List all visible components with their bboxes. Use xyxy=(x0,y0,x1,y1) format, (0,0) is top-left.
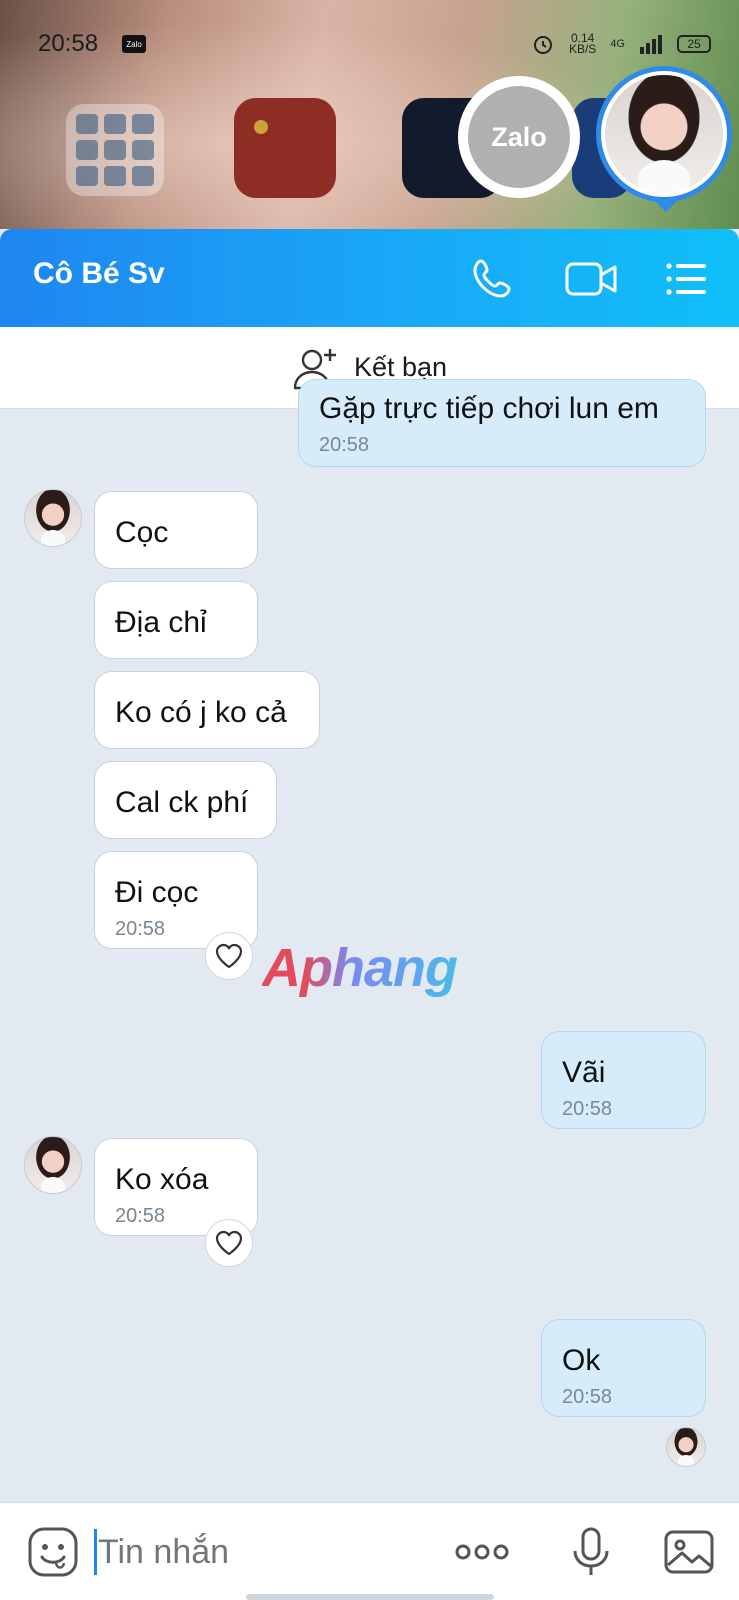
seen-avatar xyxy=(666,1427,706,1467)
phone-call-button[interactable] xyxy=(466,253,518,305)
menu-icon xyxy=(666,263,706,295)
message-time: 20:58 xyxy=(115,1205,166,1227)
message-time: 20:58 xyxy=(562,1098,613,1120)
signal-icon xyxy=(640,35,662,54)
chat-menu-button[interactable] xyxy=(664,253,708,305)
alarm-icon xyxy=(533,36,552,54)
chat-head-pointer xyxy=(654,200,678,212)
image-icon xyxy=(664,1530,714,1574)
contact-name[interactable]: Cô Bé Sv xyxy=(33,257,165,291)
react-button[interactable] xyxy=(205,932,253,980)
voice-message-button[interactable] xyxy=(564,1525,618,1579)
message-text: Cal ck phí xyxy=(115,786,249,819)
message-text: Ko có j ko cả xyxy=(115,696,287,729)
status-indicators: 0.14 KB/S 4G 25 xyxy=(531,32,711,56)
outgoing-message[interactable]: Vãi 20:58 xyxy=(541,1031,706,1129)
incoming-message[interactable]: Địa chỉ xyxy=(94,581,258,659)
more-options-button[interactable] xyxy=(454,1525,510,1579)
message-input-bar xyxy=(0,1502,739,1600)
react-button[interactable] xyxy=(205,1219,253,1267)
message-text: Đi cọc xyxy=(115,876,199,909)
app-icon[interactable] xyxy=(234,98,336,198)
home-indicator[interactable] xyxy=(246,1594,494,1600)
zalo-notification-icon: Zalo xyxy=(122,35,146,53)
message-input[interactable] xyxy=(98,1525,428,1579)
message-list[interactable]: Gặp trực tiếp chơi lun em 20:58 Cọc Địa … xyxy=(0,379,739,1489)
text-cursor xyxy=(94,1529,97,1575)
watermark-text: Aphang xyxy=(262,938,458,998)
chat-header: Cô Bé Sv xyxy=(0,229,739,327)
chat-head-avatar[interactable] xyxy=(596,66,732,202)
heart-icon xyxy=(215,943,243,969)
app-folder[interactable] xyxy=(66,104,164,196)
zalo-logo: Zalo xyxy=(468,86,570,188)
outgoing-message[interactable]: Gặp trực tiếp chơi lun em 20:58 xyxy=(298,379,706,467)
contact-avatar[interactable] xyxy=(24,489,82,547)
incoming-message[interactable]: Ko có j ko cả xyxy=(94,671,320,749)
incoming-message[interactable]: Cal ck phí xyxy=(94,761,277,839)
heart-icon xyxy=(215,1230,243,1256)
message-time: 20:58 xyxy=(562,1386,613,1408)
send-image-button[interactable] xyxy=(662,1525,716,1579)
video-call-button[interactable] xyxy=(564,253,620,305)
message-text: Vãi xyxy=(562,1056,606,1089)
more-icon xyxy=(455,1544,509,1560)
message-text: Cọc xyxy=(115,516,169,549)
microphone-icon xyxy=(573,1527,609,1575)
contact-avatar[interactable] xyxy=(24,1136,82,1194)
outgoing-message[interactable]: Ok 20:58 xyxy=(541,1319,706,1417)
incoming-message[interactable]: Cọc xyxy=(94,491,258,569)
message-time: 20:58 xyxy=(319,434,370,456)
battery-indicator: 25 xyxy=(677,35,711,53)
message-time: 20:58 xyxy=(115,918,166,940)
sticker-button[interactable] xyxy=(26,1525,80,1579)
avatar-image xyxy=(605,75,723,193)
message-text: Ok xyxy=(562,1344,601,1377)
chat-window: Cô Bé Sv Kết bạn Gặp trực tiếp chơi lun … xyxy=(0,229,739,1600)
zalo-floating-button[interactable]: Zalo xyxy=(458,76,580,198)
message-text: Địa chỉ xyxy=(115,606,207,639)
message-text: Ko xóa xyxy=(115,1163,209,1196)
sticker-icon xyxy=(28,1527,78,1577)
net-speed-unit: KB/S xyxy=(568,42,597,56)
net-speed: 0.14 KB/S xyxy=(568,32,597,56)
message-text: Gặp trực tiếp chơi lun em xyxy=(319,392,659,425)
status-time: 20:58 xyxy=(38,30,99,57)
video-call-icon xyxy=(565,262,617,296)
phone-icon xyxy=(473,259,511,298)
network-type: 4G xyxy=(610,38,625,50)
